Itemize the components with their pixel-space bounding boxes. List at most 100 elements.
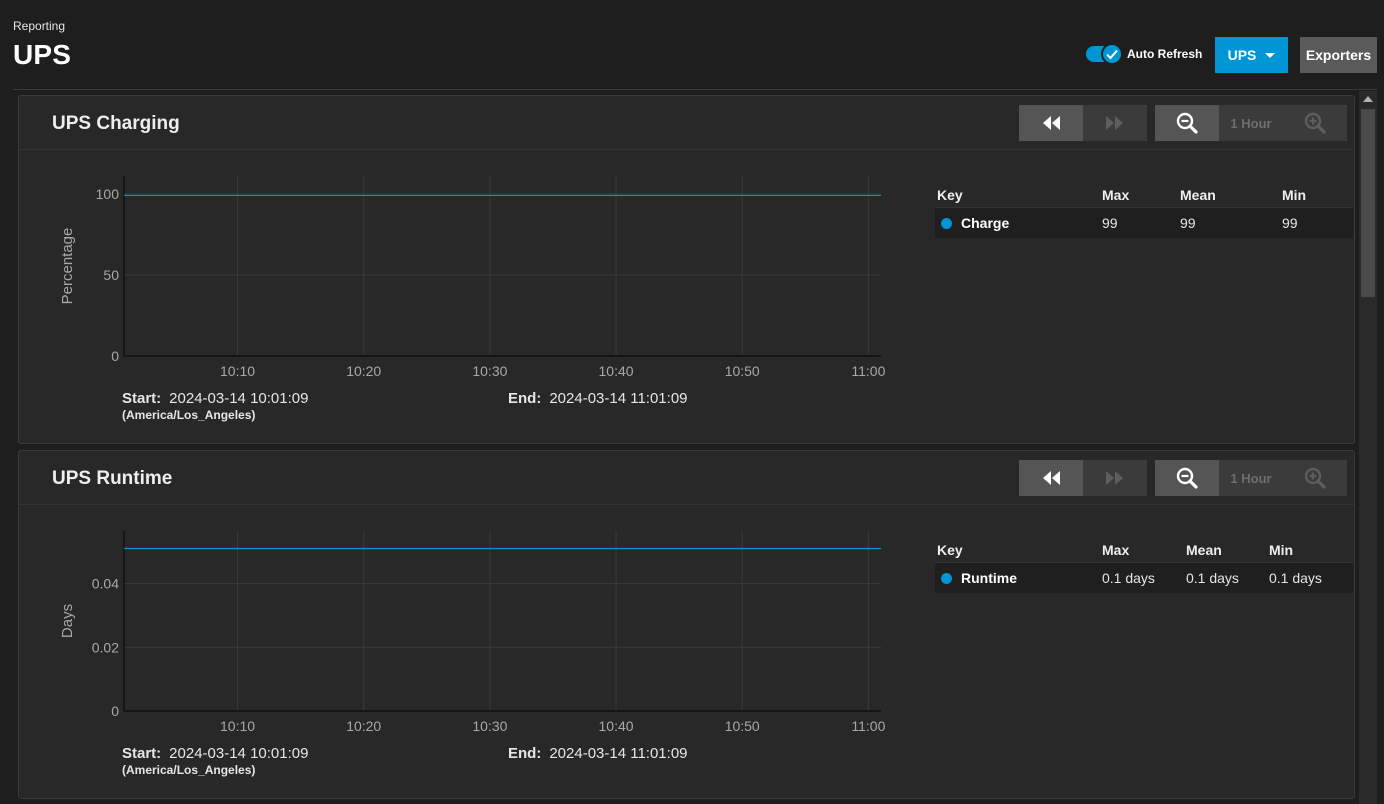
x-tick-label: 11:00 [851, 363, 885, 379]
x-tick-label: 10:30 [472, 718, 507, 734]
legend-header: Key Max Mean Min [935, 537, 1353, 563]
x-tick-label: 10:40 [599, 718, 634, 734]
legend-min-value: 0.1 days [1269, 570, 1322, 586]
legend-col-mean: Mean [1180, 186, 1216, 203]
toggle-track[interactable] [1086, 43, 1123, 65]
legend-key: Charge [935, 215, 1102, 231]
x-tick-label: 10:50 [725, 363, 760, 379]
time-navigation [1019, 105, 1147, 141]
fast-forward-icon [1106, 471, 1123, 485]
y-tick-label: 0 [111, 703, 119, 719]
legend-max-value: 99 [1102, 215, 1118, 231]
x-tick-label: 11:00 [851, 718, 885, 734]
card-title: UPS Runtime [52, 468, 173, 489]
ups-dropdown-label: UPS [1227, 47, 1257, 63]
legend-header: Key Max Mean Min [935, 182, 1353, 208]
series-color-dot [941, 572, 952, 584]
exporters-button[interactable]: Exporters [1300, 37, 1377, 73]
end-value: 2024-03-14 11:01:09 [549, 390, 688, 407]
check-icon [1101, 43, 1123, 65]
start-label: Start: [122, 390, 162, 407]
fast-forward-icon [1106, 116, 1123, 130]
legend-mean-value: 0.1 days [1186, 570, 1239, 586]
x-tick-label: 10:30 [472, 363, 507, 379]
zoom-level-label: 1 Hour [1219, 460, 1283, 496]
card-title: UPS Charging [52, 113, 180, 134]
step-back-button[interactable] [1019, 460, 1083, 496]
legend-max-value: 0.1 days [1102, 570, 1155, 586]
timezone-label: (America/Los_Angeles) [122, 408, 256, 422]
zoom-out-button[interactable] [1155, 460, 1219, 496]
time-navigation [1019, 460, 1147, 496]
header-divider [13, 89, 1377, 90]
zoom-level-label: 1 Hour [1219, 105, 1283, 141]
legend-key-label: Charge [961, 215, 1010, 231]
legend-col-key: Key [937, 541, 963, 558]
legend-key-label: Runtime [961, 570, 1017, 586]
range-end: End: 2024-03-14 11:01:09 [508, 745, 688, 762]
legend-col-max: Max [1102, 186, 1130, 203]
y-tick-label: 0 [111, 348, 119, 364]
card-ups-runtime: UPS Runtime 1 Hour 10:10 10:20 10:30 10:4 [18, 450, 1355, 799]
zoom-out-button[interactable] [1155, 105, 1219, 141]
zoom-in-button[interactable] [1283, 460, 1347, 496]
range-end: End: 2024-03-14 11:01:09 [508, 390, 688, 407]
card-header: UPS Charging 1 Hour [19, 96, 1354, 150]
legend-col-min: Min [1269, 541, 1294, 558]
card-header: UPS Runtime 1 Hour [19, 451, 1354, 505]
y-tick-label: 100 [96, 186, 120, 202]
step-forward-button[interactable] [1083, 105, 1147, 141]
end-value: 2024-03-14 11:01:09 [549, 745, 688, 762]
legend-key: Runtime [935, 570, 1102, 586]
auto-refresh-label: Auto Refresh [1127, 47, 1203, 61]
series-color-dot [941, 217, 952, 229]
chart-legend: Key Max Mean Min Charge 99 99 99 [935, 182, 1353, 238]
x-tick-label: 10:10 [220, 363, 255, 379]
step-back-button[interactable] [1019, 105, 1083, 141]
x-tick-label: 10:20 [346, 363, 381, 379]
start-label: Start: [122, 745, 162, 762]
start-value: 2024-03-14 10:01:09 [169, 390, 309, 407]
x-tick-label: 10:10 [220, 718, 255, 734]
chart-legend: Key Max Mean Min Runtime 0.1 days 0.1 da… [935, 537, 1353, 593]
legend-row-runtime: Runtime 0.1 days 0.1 days 0.1 days [935, 563, 1353, 593]
reports-container: UPS Charging 1 Hour 10:10 10:20 10:30 10: [13, 91, 1359, 804]
step-forward-button[interactable] [1083, 460, 1147, 496]
y-tick-label: 0.02 [92, 639, 119, 655]
end-label: End: [508, 390, 542, 407]
zoom-in-icon [1304, 112, 1326, 134]
scroll-up-arrow-icon[interactable] [1363, 96, 1373, 102]
range-start: Start: 2024-03-14 10:01:09 [122, 745, 308, 762]
legend-col-min: Min [1282, 186, 1307, 203]
x-tick-label: 10:40 [599, 363, 634, 379]
x-tick-label: 10:50 [725, 718, 760, 734]
end-label: End: [508, 745, 542, 762]
ups-dropdown-button[interactable]: UPS [1215, 37, 1288, 73]
y-tick-label: 0.04 [92, 576, 119, 592]
scrollbar[interactable] [1359, 91, 1377, 804]
y-axis-label: Days [59, 604, 76, 638]
zoom-out-icon [1176, 467, 1198, 489]
legend-min-value: 99 [1282, 215, 1298, 231]
caret-down-icon [1265, 52, 1276, 58]
runtime-line-chart: 10:10 10:20 10:30 10:40 10:50 11:00 0 0.02 0.04 D… [59, 531, 886, 734]
zoom-in-button[interactable] [1283, 105, 1347, 141]
legend-row-charge: Charge 99 99 99 [935, 208, 1353, 238]
zoom-controls: 1 Hour [1155, 105, 1347, 141]
page-header: Reporting UPS Auto Refresh UPS Exporters [0, 0, 1384, 90]
zoom-out-icon [1176, 112, 1198, 134]
rewind-icon [1043, 471, 1060, 485]
charging-line-chart: 10:10 10:20 10:30 10:40 10:50 11:00 0 50 100 Perc… [59, 176, 886, 379]
rewind-icon [1043, 116, 1060, 130]
breadcrumb[interactable]: Reporting [13, 19, 65, 33]
y-axis-label: Percentage [59, 228, 76, 305]
legend-col-mean: Mean [1186, 541, 1222, 558]
scrollbar-thumb[interactable] [1361, 109, 1375, 297]
start-value: 2024-03-14 10:01:09 [169, 745, 309, 762]
y-tick-label: 50 [103, 267, 119, 283]
auto-refresh-toggle[interactable]: Auto Refresh [1086, 43, 1203, 65]
legend-mean-value: 99 [1180, 215, 1196, 231]
x-tick-label: 10:20 [346, 718, 381, 734]
card-ups-charging: UPS Charging 1 Hour 10:10 10:20 10:30 10: [18, 95, 1355, 444]
range-start: Start: 2024-03-14 10:01:09 [122, 390, 308, 407]
